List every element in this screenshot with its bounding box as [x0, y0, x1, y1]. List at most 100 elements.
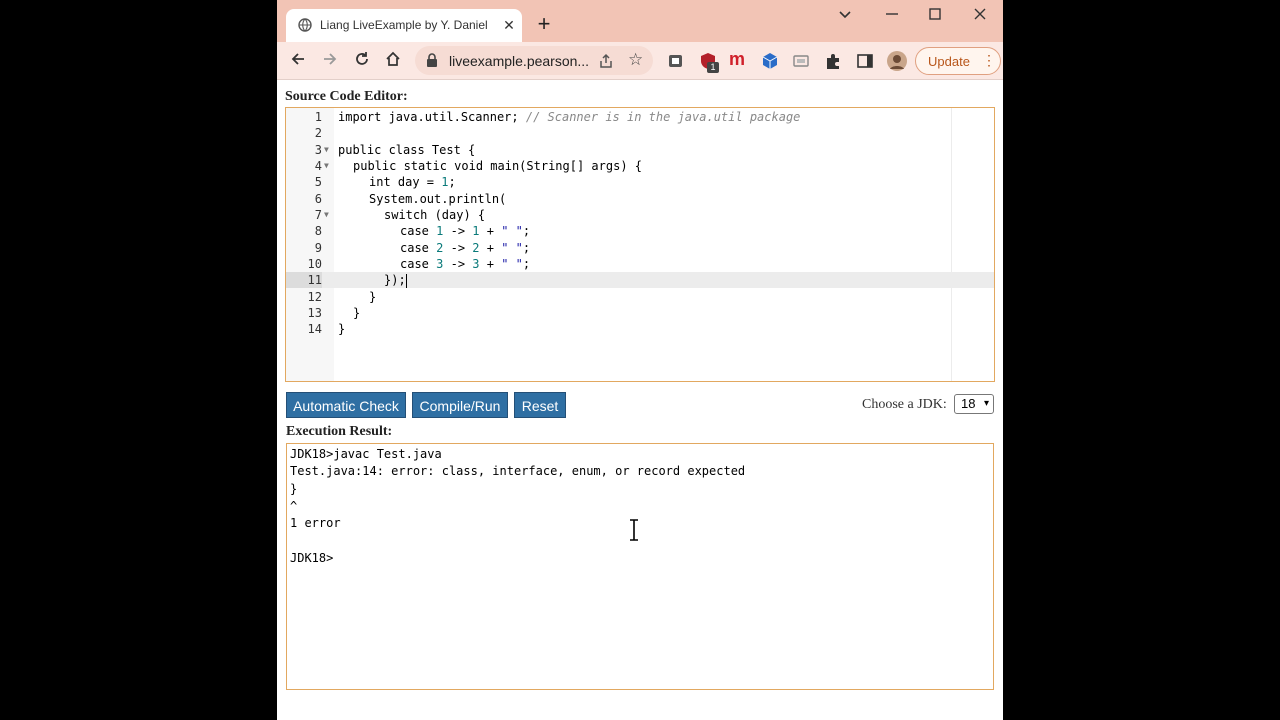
- automatic-check-button[interactable]: Automatic Check: [286, 392, 406, 418]
- address-bar[interactable]: liveexample.pearson... ☆: [415, 46, 653, 75]
- execution-result-label: Execution Result:: [286, 424, 393, 439]
- line-number: 8: [314, 224, 322, 238]
- fold-arrow-icon[interactable]: ▼: [324, 207, 329, 223]
- extensions-puzzle-icon[interactable]: [824, 52, 842, 70]
- code-line: 14 }: [286, 321, 994, 337]
- code-line: 6 System.out.println(: [286, 191, 994, 207]
- code-string: " ": [501, 224, 523, 238]
- fold-arrow-icon[interactable]: ▼: [324, 158, 329, 174]
- back-arrow-icon[interactable]: [287, 50, 309, 72]
- close-window-icon[interactable]: [965, 6, 995, 26]
- text-cursor: [405, 273, 407, 288]
- line-number: 3: [314, 143, 322, 157]
- new-tab-button[interactable]: +: [533, 13, 555, 35]
- code-keyword: int: [369, 175, 391, 189]
- jdk-selected-value: 18: [961, 396, 976, 411]
- source-code-editor[interactable]: 1 import java.util.Scanner; // Scanner i…: [285, 107, 995, 382]
- code-line: 3 ▼ public class Test {: [286, 142, 994, 158]
- output-line: }: [290, 482, 298, 496]
- output-line: 1 error: [290, 516, 341, 530]
- code-text: main(String[] args) {: [483, 159, 642, 173]
- code-text: ;: [522, 241, 531, 255]
- compile-run-button[interactable]: Compile/Run: [412, 392, 508, 418]
- code-text: ;: [448, 175, 456, 189]
- line-number: 14: [307, 322, 322, 336]
- tab-strip: Liang LiveExample by Y. Daniel Li ✕ +: [277, 0, 1003, 42]
- code-text: ->: [443, 224, 473, 238]
- code-text: ->: [443, 241, 473, 255]
- extension-window-icon[interactable]: [792, 52, 810, 70]
- source-code-label: Source Code Editor:: [285, 89, 408, 104]
- code-keyword: switch: [384, 208, 428, 222]
- side-panel-icon[interactable]: [856, 52, 874, 70]
- home-icon[interactable]: [382, 50, 404, 72]
- code-line: 13 }: [286, 305, 994, 321]
- code-text: });: [384, 273, 406, 287]
- code-text: +: [479, 241, 502, 255]
- execution-result-output[interactable]: JDK18>javac Test.java Test.java:14: erro…: [286, 443, 994, 690]
- tab-close-icon[interactable]: ✕: [500, 16, 518, 34]
- browser-toolbar: liveexample.pearson... ☆ 1 m Update ⋮: [277, 42, 1003, 80]
- url-text: liveexample.pearson...: [449, 53, 590, 69]
- text-cursor-ibeam-icon: [630, 519, 638, 541]
- code-line: 12 }: [286, 289, 994, 305]
- code-text: }: [369, 290, 377, 304]
- tab-search-chevron-icon[interactable]: [830, 6, 860, 26]
- browser-window: Liang LiveExample by Y. Daniel Li ✕ + li…: [277, 0, 1003, 720]
- code-line: 2: [286, 125, 994, 141]
- code-keyword: public static void: [353, 159, 484, 173]
- share-icon[interactable]: [598, 53, 614, 69]
- line-number: 13: [307, 306, 322, 320]
- maximize-icon[interactable]: [920, 6, 950, 26]
- lock-icon: [427, 53, 437, 67]
- output-line: ^: [290, 499, 298, 513]
- minimize-icon[interactable]: [877, 6, 907, 26]
- code-text: System.out.println(: [369, 192, 507, 206]
- reset-button[interactable]: Reset: [514, 392, 566, 418]
- more-menu-icon[interactable]: ⋮: [982, 52, 996, 69]
- line-number: 10: [307, 257, 322, 271]
- code-line: 10 case 3 -> 3 + " ";: [286, 256, 994, 272]
- jdk-select[interactable]: 18 ▾: [954, 394, 994, 414]
- output-line: JDK18>javac Test.java: [290, 447, 442, 461]
- code-keyword: import: [338, 110, 382, 124]
- line-number: 5: [314, 175, 322, 189]
- code-keyword: case: [400, 257, 429, 271]
- code-text: ->: [443, 257, 473, 271]
- profile-avatar-icon[interactable]: [886, 50, 908, 72]
- code-text: (day) {: [427, 208, 486, 222]
- code-keyword: case: [400, 224, 429, 238]
- chevron-down-icon: ▾: [983, 398, 989, 409]
- code-number: 1: [441, 175, 449, 189]
- code-text: +: [479, 224, 502, 238]
- update-button[interactable]: Update ⋮: [915, 47, 1001, 75]
- fold-arrow-icon[interactable]: ▼: [324, 142, 329, 158]
- code-line: 4 ▼ public static void main(String[] arg…: [286, 158, 994, 174]
- code-keyword: case: [400, 241, 429, 255]
- code-text: +: [479, 257, 502, 271]
- jdk-label: Choose a JDK:: [862, 397, 947, 412]
- page-content: Source Code Editor: 1 import java.util.S…: [277, 80, 1003, 720]
- code-line-active: 11 });: [286, 272, 994, 288]
- line-number: 1: [314, 110, 322, 124]
- code-line: 9 case 2 -> 2 + " ";: [286, 240, 994, 256]
- code-comment: // Scanner is in the java.util package: [525, 110, 801, 124]
- extension-badge: 1: [707, 62, 719, 73]
- code-number: 1: [472, 224, 480, 238]
- bookmark-star-icon[interactable]: ☆: [628, 50, 643, 70]
- update-label: Update: [928, 54, 970, 69]
- browser-tab[interactable]: Liang LiveExample by Y. Daniel Li ✕: [286, 9, 522, 42]
- code-text: }: [353, 306, 361, 320]
- extension-m-icon[interactable]: m: [729, 49, 747, 69]
- extension-cube-icon[interactable]: [761, 52, 779, 70]
- extension-puzzle-box-icon[interactable]: [667, 52, 685, 70]
- line-number: 4: [314, 159, 322, 173]
- line-number: 6: [314, 192, 322, 206]
- line-number: 9: [314, 241, 322, 255]
- code-line: 8 case 1 -> 1 + " ";: [286, 223, 994, 239]
- output-line: Test.java:14: error: class, interface, e…: [290, 464, 746, 478]
- reload-icon[interactable]: [351, 50, 373, 72]
- line-number: 2: [314, 126, 322, 140]
- forward-arrow-icon[interactable]: [319, 50, 341, 72]
- code-line: 1 import java.util.Scanner; // Scanner i…: [286, 109, 994, 125]
